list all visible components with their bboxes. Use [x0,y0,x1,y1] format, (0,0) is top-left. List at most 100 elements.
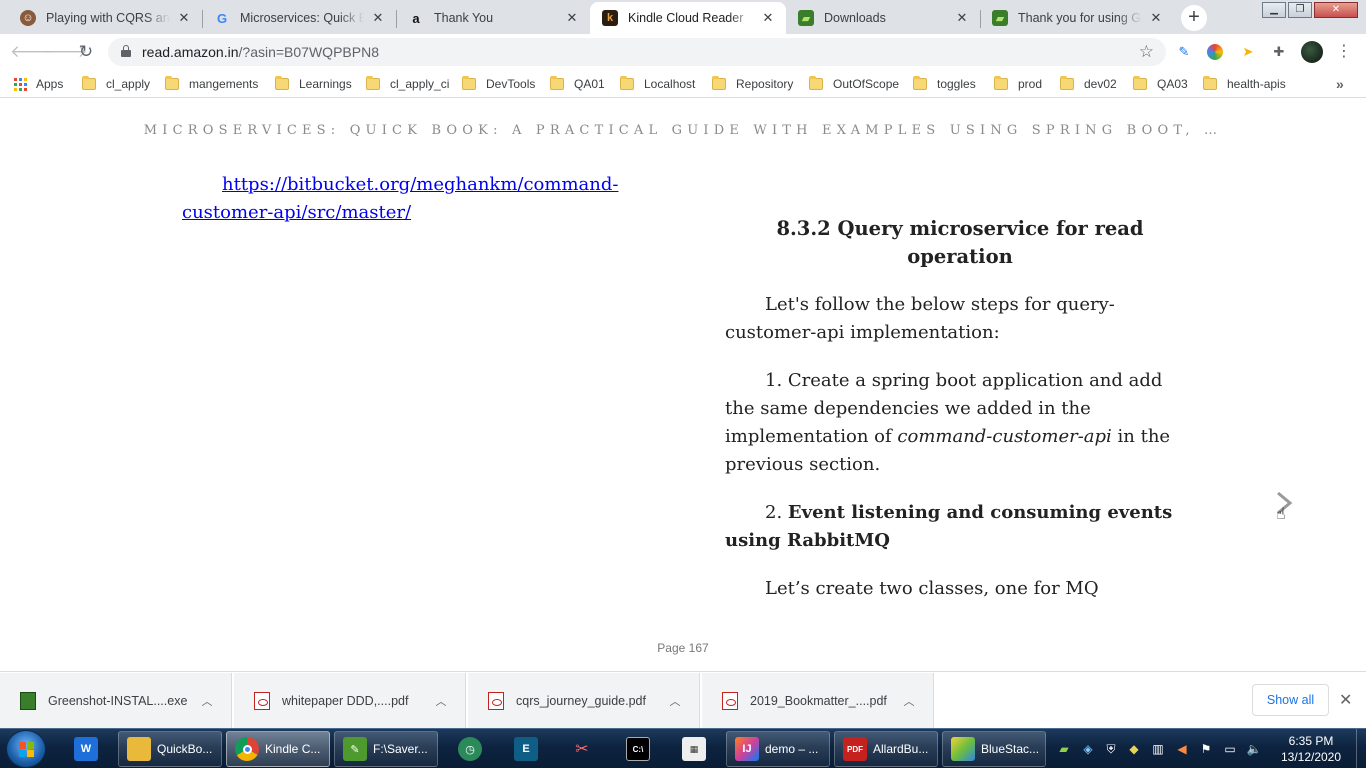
forward-button[interactable]: 🡒 [42,40,88,64]
bookmark-label: Learnings [299,77,352,91]
snipping-tool-icon: ✂ [575,741,589,758]
bookmark-folder[interactable]: cl_apply [82,76,150,92]
action-center-flag-icon[interactable]: ⚑ [1198,741,1214,757]
section-heading: 8.3.2 Query microservice for read operat… [776,217,1144,268]
taskbar-pinned-app[interactable]: W [64,731,108,767]
bookmark-folder[interactable]: QA03 [1133,76,1188,92]
tab-4[interactable]: ▰ Downloads ✕ [786,2,980,34]
bookmark-label: QA01 [574,77,605,91]
taskbar-pinned-app[interactable]: C:\ [616,731,660,767]
tab-title: Thank you for using Gre [1018,11,1142,25]
bitbucket-link[interactable]: https://bitbucket.org/meghankm/command-c… [182,171,652,227]
kebab-menu-icon[interactable]: ⋮ [1336,41,1352,63]
close-icon[interactable]: ✕ [370,10,386,26]
bookmark-folder[interactable]: health-apis [1203,76,1286,92]
taskbar-item-bluestacks[interactable]: BlueStac... [942,731,1046,767]
download-item[interactable]: Greenshot-INSTAL....exe ︿ [0,673,232,728]
bookmark-folder[interactable]: prod [994,76,1042,92]
folder-icon [1203,76,1217,90]
greenshot-tray-icon[interactable]: ▰ [1056,741,1072,757]
tab-2[interactable]: a Thank You ✕ [396,2,590,34]
close-icon[interactable]: ✕ [1339,690,1352,710]
bookmark-label: cl_apply [106,77,151,91]
bookmark-star-icon[interactable]: ☆ [1139,42,1154,62]
taskbar-item-chrome[interactable]: Kindle C... [226,731,330,767]
download-item[interactable]: cqrs_journey_guide.pdf ︿ [468,673,700,728]
reload-button[interactable]: ↻ [74,40,98,64]
taskbar-pinned-app[interactable]: ◷ [448,731,492,767]
exe-file-icon [20,691,36,710]
arrow-extension-icon[interactable]: ➤ [1239,43,1257,61]
volume-icon[interactable]: 🔈 [1246,741,1262,757]
intellij-icon: IJ [735,737,759,761]
close-icon[interactable]: ✕ [1148,10,1164,26]
bookmark-label: DevTools [486,77,536,91]
taskbar-item-explorer[interactable]: QuickBo... [118,731,222,767]
system-clock[interactable]: 6:35 PM 13/12/2020 [1272,733,1350,765]
minimize-button[interactable]: ▁ [1262,2,1286,18]
chart-tray-icon[interactable]: ▥ [1150,741,1166,757]
profile-avatar[interactable] [1301,41,1323,63]
maximize-button[interactable]: ❐ [1288,2,1312,18]
new-tab-button[interactable]: + [1181,5,1207,31]
bookmark-folder[interactable]: dev02 [1060,76,1117,92]
tab-5[interactable]: ▰ Thank you for using Gre ✕ [980,2,1174,34]
bookmark-folder[interactable]: Localhost [620,76,695,92]
stack-tray-icon[interactable]: ◆ [1126,741,1142,757]
taskbar-item-pdf-reader[interactable]: PDF AllardBu... [834,731,938,767]
taskbar-label: demo – ... [765,742,819,756]
show-all-downloads-button[interactable]: Show all [1252,684,1329,716]
folder-icon [165,76,179,90]
bookmark-label: prod [1018,77,1043,91]
show-desktop-button[interactable] [1356,729,1366,769]
eyedropper-extension-icon[interactable]: ✎ [1175,43,1193,61]
network-tray-icon[interactable]: ◈ [1080,741,1096,757]
lock-icon[interactable] [121,45,131,57]
bookmark-apps[interactable]: Apps [14,76,63,92]
tab-1[interactable]: G Microservices: Quick Boo ✕ [202,2,396,34]
bookmark-folder[interactable]: cl_apply_ci [366,76,449,92]
bookmark-folder[interactable]: OutOfScope [809,76,899,92]
bookmark-folder[interactable]: QA01 [550,76,605,92]
tab-0[interactable]: ☺ Playing with CQRS and E ✕ [8,2,202,34]
chevron-up-icon[interactable]: ︿ [665,693,685,709]
chevron-up-icon[interactable]: ︿ [197,693,217,709]
greenshot-favicon-icon: ▰ [992,10,1008,26]
bookmark-folder[interactable]: mangements [165,76,258,92]
address-bar[interactable]: read.amazon.in/?asin=B07WQPBPN8 ☆ [108,38,1166,66]
close-icon[interactable]: ✕ [760,10,776,26]
tab-kindle-active[interactable]: k Kindle Cloud Reader ✕ [590,2,786,34]
folder-icon [913,76,927,90]
download-filename: whitepaper DDD,....pdf [282,693,409,708]
chevron-up-icon[interactable]: ︿ [899,693,919,709]
close-icon[interactable]: ✕ [564,10,580,26]
windows-logo-icon [19,742,35,758]
bookmark-label: toggles [937,77,976,91]
taskbar-pinned-app[interactable]: ✂ [560,731,604,767]
download-item[interactable]: 2019_Bookmatter_....pdf ︿ [702,673,934,728]
taskbar-label: QuickBo... [157,742,213,756]
tray-app-icon[interactable]: ◀ [1174,741,1190,757]
taskbar-item-intellij[interactable]: IJ demo – ... [726,731,830,767]
bookmarks-overflow-icon[interactable]: » [1336,76,1344,92]
bookmark-folder[interactable]: Repository [712,76,793,92]
chevron-up-icon[interactable]: ︿ [431,693,451,709]
download-item[interactable]: whitepaper DDD,....pdf ︿ [234,673,466,728]
bookmark-folder[interactable]: toggles [913,76,976,92]
start-button[interactable] [6,730,46,768]
taskbar-pinned-app[interactable]: E [504,731,548,767]
security-shield-icon[interactable]: ⛨ [1103,741,1119,757]
back-button[interactable]: 🡐 [10,40,56,64]
url-text[interactable]: read.amazon.in/?asin=B07WQPBPN8 [142,44,379,60]
bookmark-folder[interactable]: DevTools [462,76,535,92]
taskbar-pinned-app[interactable]: ▦ [672,731,716,767]
extensions-puzzle-icon[interactable]: ✚ [1270,43,1288,61]
bookmark-folder[interactable]: Learnings [275,76,352,92]
window-close-button[interactable]: ✕ [1314,2,1358,18]
pdf-file-icon [488,691,504,710]
close-icon[interactable]: ✕ [954,10,970,26]
display-tray-icon[interactable]: ▭ [1222,741,1238,757]
color-wheel-extension-icon[interactable] [1207,44,1223,60]
close-icon[interactable]: ✕ [176,10,192,26]
taskbar-item-notepad[interactable]: ✎ F:\Saver... [334,731,438,767]
